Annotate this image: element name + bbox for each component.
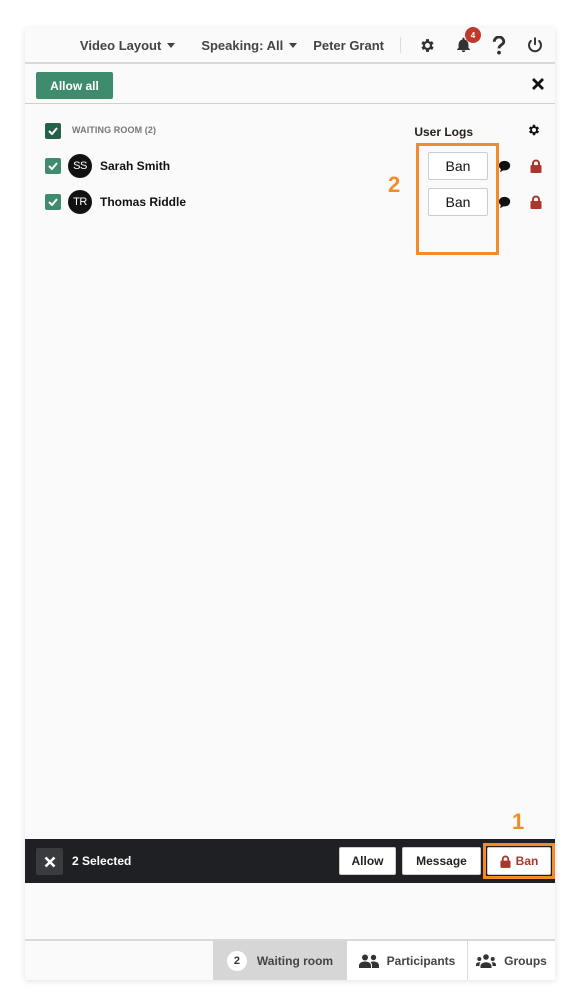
divider <box>400 37 401 53</box>
ban-selected-button[interactable]: Ban <box>487 847 551 875</box>
top-bar: Video Layout Speaking: All Peter Grant 4 <box>25 27 555 64</box>
lock-icon <box>500 855 511 868</box>
tab-participants[interactable]: Participants <box>347 941 468 980</box>
speaking-label: Speaking: All <box>201 37 284 53</box>
check-icon <box>48 127 58 135</box>
group-icon <box>476 953 497 968</box>
tab-label: Waiting room <box>256 953 334 968</box>
gear-icon <box>420 38 434 52</box>
lock-icon[interactable] <box>530 195 542 209</box>
user-checkbox[interactable] <box>45 194 61 210</box>
waiting-room-header: WAITING ROOM (2) User Logs <box>43 122 543 140</box>
tab-groups[interactable]: Groups <box>468 941 555 980</box>
callout-number-1: 1 <box>512 809 525 834</box>
question-icon <box>492 35 506 55</box>
clear-selection-button[interactable] <box>36 848 63 875</box>
user-name: Peter Grant <box>313 37 384 53</box>
tab-label: Participants <box>386 953 456 968</box>
lock-icon[interactable] <box>530 159 542 173</box>
chat-icon[interactable] <box>498 196 511 209</box>
gear-icon[interactable] <box>527 123 541 137</box>
allow-selected-button[interactable]: Allow <box>339 847 396 875</box>
avatar: TR <box>68 190 92 214</box>
ban-user-button[interactable]: Ban <box>428 188 488 216</box>
user-checkbox[interactable] <box>45 158 61 174</box>
waiting-user-row: TR Thomas Riddle Ban <box>43 188 543 216</box>
speaking-dropdown[interactable]: Speaking: All <box>201 37 298 53</box>
check-icon <box>48 162 58 170</box>
waiting-room-panel: Video Layout Speaking: All Peter Grant 4… <box>25 27 555 980</box>
settings-button[interactable] <box>417 35 437 55</box>
waiting-count-badge: 2 <box>226 950 247 971</box>
allow-all-button[interactable]: Allow all <box>36 72 113 99</box>
close-icon <box>44 856 55 867</box>
users-icon <box>358 954 379 968</box>
ban-user-button[interactable]: Ban <box>428 152 488 180</box>
select-all-checkbox[interactable] <box>45 123 61 139</box>
selection-bar: 2 Selected Allow Message Ban <box>25 839 555 883</box>
chat-icon[interactable] <box>498 160 511 173</box>
tab-waiting-room[interactable]: 2 Waiting room <box>213 941 347 980</box>
check-icon <box>48 198 58 206</box>
user-logs-link[interactable]: User Logs <box>414 125 473 139</box>
video-layout-dropdown[interactable]: Video Layout <box>79 37 176 53</box>
notifications-button[interactable]: 4 <box>453 27 481 55</box>
help-button[interactable] <box>489 35 509 55</box>
bottom-tabs: 2 Waiting room Participants Groups <box>25 939 555 980</box>
tab-label: Groups <box>504 953 547 968</box>
power-button[interactable] <box>525 35 545 55</box>
selected-count: 2 Selected <box>72 854 132 868</box>
callout-number-2: 2 <box>388 172 401 197</box>
message-selected-button[interactable]: Message <box>402 847 481 875</box>
close-icon[interactable] <box>531 77 545 91</box>
video-layout-label: Video Layout <box>79 37 162 53</box>
power-icon <box>528 37 542 53</box>
waiting-user-row: SS Sarah Smith Ban <box>43 152 543 180</box>
waiting-room-title: WAITING ROOM (2) <box>72 125 157 135</box>
notification-badge: 4 <box>465 27 481 43</box>
caret-down-icon <box>289 42 298 48</box>
avatar: SS <box>68 154 92 178</box>
user-name: Sarah Smith <box>100 159 171 173</box>
caret-down-icon <box>167 42 176 48</box>
ban-selected-label: Ban <box>515 854 539 868</box>
action-row: Allow all <box>25 66 555 104</box>
user-name: Thomas Riddle <box>100 195 187 209</box>
